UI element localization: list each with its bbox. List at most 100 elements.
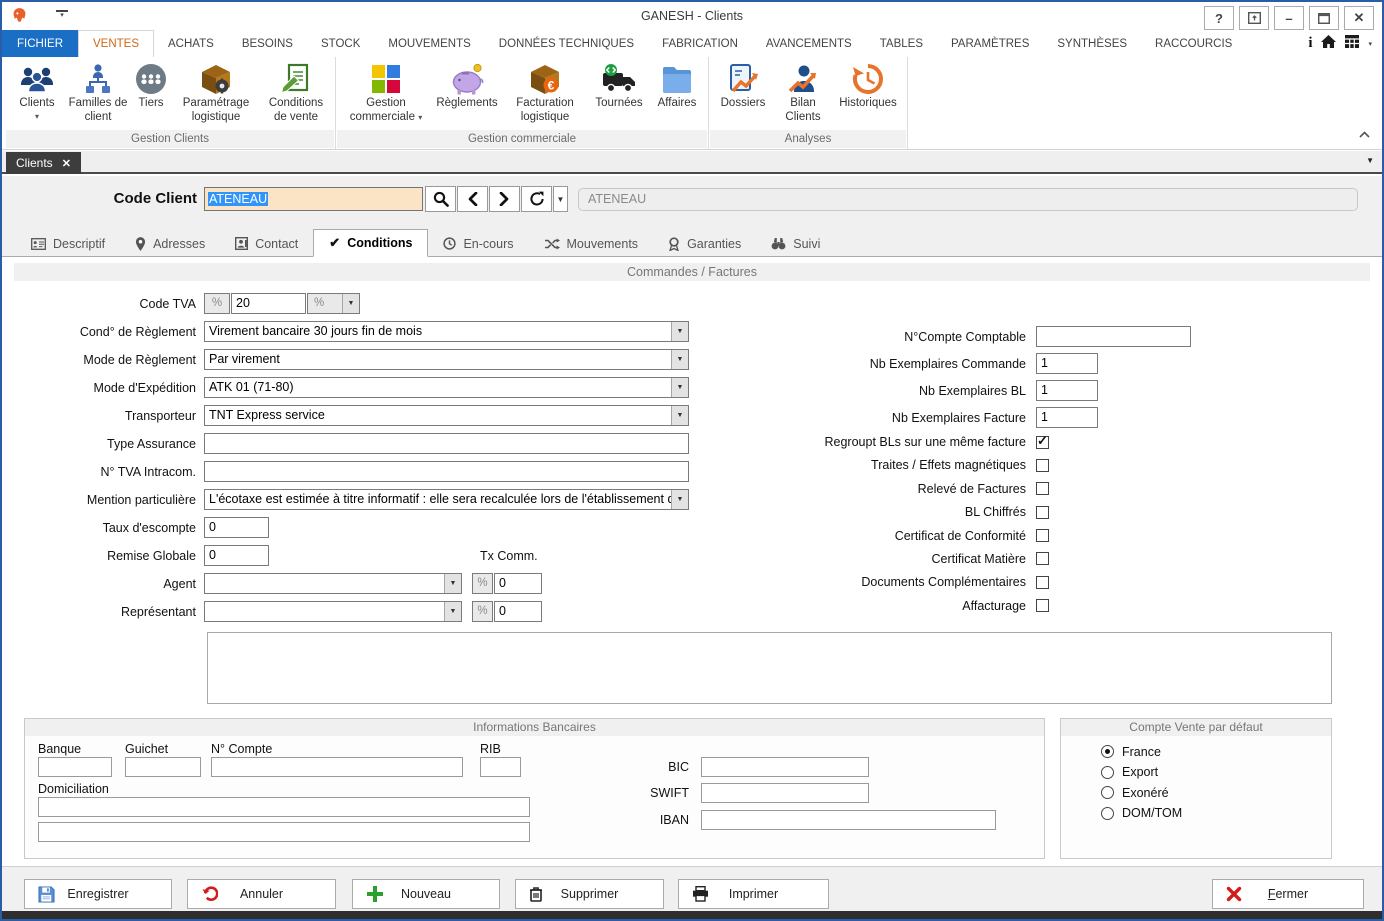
tab-en-cours[interactable]: En-cours (428, 230, 528, 257)
conditions-de-vente-button[interactable]: Conditions de vente (260, 60, 332, 125)
search-button[interactable] (425, 186, 456, 212)
remise-globale-input[interactable]: 0 (204, 545, 269, 566)
tab-descriptif[interactable]: Descriptif (16, 230, 120, 257)
compte-input[interactable] (211, 757, 463, 777)
exonere-radio[interactable] (1101, 786, 1114, 799)
supprimer-button[interactable]: Supprimer (515, 879, 664, 909)
info-icon[interactable]: i (1308, 35, 1312, 52)
enregistrer-button[interactable]: Enregistrer (24, 879, 172, 909)
tab-list-caret-icon[interactable]: ▼ (1366, 156, 1374, 165)
annuler-button[interactable]: Annuler (187, 879, 336, 909)
dropdown-arrow-icon[interactable]: ▼ (444, 574, 461, 593)
close-tab-icon[interactable]: ✕ (62, 157, 71, 170)
rib-input[interactable] (480, 757, 521, 777)
menu-fabrication[interactable]: FABRICATION (648, 30, 752, 57)
calculator-icon[interactable] (1345, 35, 1359, 53)
dropdown-arrow-icon[interactable]: ▼ (444, 602, 461, 621)
close-button[interactable]: ✕ (1344, 6, 1374, 30)
representant-select[interactable]: ▼ (204, 601, 462, 622)
menu-syntheses[interactable]: SYNTHÈSES (1043, 30, 1141, 57)
menu-parametres[interactable]: PARAMÈTRES (937, 30, 1043, 57)
fermer-button[interactable]: Fermer (1212, 879, 1364, 909)
type-assurance-input[interactable] (204, 433, 689, 454)
taux-escompte-input[interactable]: 0 (204, 517, 269, 538)
mention-particuliere-select[interactable]: L'écotaxe est estimée à titre informatif… (204, 489, 689, 510)
traites-effets-checkbox[interactable] (1036, 459, 1049, 472)
facturation-logistique-button[interactable]: € Facturation logistique (501, 60, 589, 125)
menu-stock[interactable]: STOCK (307, 30, 374, 57)
dropdown-arrow-icon[interactable]: ▼ (671, 490, 688, 509)
menu-avancements[interactable]: AVANCEMENTS (752, 30, 866, 57)
compte-comptable-input[interactable] (1036, 326, 1191, 347)
tab-mouvements[interactable]: Mouvements (529, 230, 654, 257)
bic-input[interactable] (701, 757, 869, 777)
nb-exemplaires-commande-input[interactable]: 1 (1036, 353, 1098, 374)
refresh-button[interactable] (521, 186, 552, 212)
menu-mouvements[interactable]: MOUVEMENTS (374, 30, 484, 57)
document-tab-clients[interactable]: Clients ✕ (6, 152, 81, 174)
previous-record-button[interactable] (457, 186, 488, 212)
next-record-button[interactable] (489, 186, 520, 212)
certificat-matiere-checkbox[interactable] (1036, 552, 1049, 565)
toolbar-options-caret-icon[interactable]: ▾ (1368, 40, 1372, 48)
menu-donnees-techniques[interactable]: DONNÉES TECHNIQUES (485, 30, 648, 57)
cond-reglement-select[interactable]: Virement bancaire 30 jours fin de mois ▼ (204, 321, 689, 342)
nb-exemplaires-bl-input[interactable]: 1 (1036, 380, 1098, 401)
reglements-button[interactable]: Règlements (433, 60, 501, 112)
dropdown-arrow-icon[interactable]: ▼ (671, 406, 688, 425)
parametrage-logistique-button[interactable]: Paramétrage logistique (172, 60, 260, 125)
bilan-clients-button[interactable]: Bilan Clients (774, 60, 832, 125)
iban-input[interactable] (701, 810, 996, 830)
menu-achats[interactable]: ACHATS (154, 30, 228, 57)
transporteur-select[interactable]: TNT Express service ▼ (204, 405, 689, 426)
refresh-options-caret[interactable]: ▼ (553, 186, 568, 212)
nouveau-button[interactable]: Nouveau (352, 879, 500, 909)
minimize-button[interactable]: – (1274, 6, 1304, 30)
tab-adresses[interactable]: Adresses (120, 230, 220, 257)
mode-expedition-select[interactable]: ATK 01 (71-80) ▼ (204, 377, 689, 398)
domiciliation-input-2[interactable] (38, 822, 530, 842)
collapse-ribbon-icon[interactable] (1359, 125, 1370, 143)
dropdown-arrow-icon[interactable]: ▼ (671, 350, 688, 369)
menu-fichier[interactable]: FICHIER (2, 30, 78, 57)
documents-complementaires-checkbox[interactable] (1036, 576, 1049, 589)
dom-tom-radio[interactable] (1101, 807, 1114, 820)
dossiers-button[interactable]: Dossiers (712, 60, 774, 112)
menu-raccourcis[interactable]: RACCOURCIS (1141, 30, 1246, 57)
mode-reglement-select[interactable]: Par virement ▼ (204, 349, 689, 370)
dropdown-arrow-icon[interactable]: ▼ (342, 294, 359, 313)
regroupt-bls-checkbox[interactable] (1036, 436, 1049, 449)
releve-factures-checkbox[interactable] (1036, 482, 1049, 495)
affaires-button[interactable]: Affaires (649, 60, 705, 112)
tva-intracom-input[interactable] (204, 461, 689, 482)
help-button[interactable]: ? (1204, 6, 1234, 30)
tab-garanties[interactable]: Garanties (653, 230, 756, 257)
maximize-button[interactable] (1309, 6, 1339, 30)
code-tva-input[interactable]: 20 (231, 293, 306, 314)
dropdown-arrow-icon[interactable]: ▼ (671, 378, 688, 397)
menu-ventes[interactable]: VENTES (78, 30, 154, 57)
export-radio[interactable] (1101, 766, 1114, 779)
agent-commission-input[interactable]: 0 (494, 573, 542, 594)
dropdown-arrow-icon[interactable]: ▼ (671, 322, 688, 341)
menu-tables[interactable]: TABLES (866, 30, 937, 57)
clients-button[interactable]: Clients ▾ (8, 60, 66, 122)
notes-textarea[interactable] (207, 632, 1332, 704)
historiques-button[interactable]: Historiques (832, 60, 904, 112)
affacturage-checkbox[interactable] (1036, 599, 1049, 612)
code-tva-unit-select[interactable]: % ▼ (307, 293, 360, 314)
swift-input[interactable] (701, 783, 869, 803)
representant-commission-input[interactable]: 0 (494, 601, 542, 622)
nb-exemplaires-facture-input[interactable]: 1 (1036, 407, 1098, 428)
tab-contact[interactable]: Contact (220, 230, 313, 257)
home-icon[interactable] (1321, 35, 1336, 53)
agent-select[interactable]: ▼ (204, 573, 462, 594)
france-radio[interactable] (1101, 745, 1114, 758)
banque-input[interactable] (38, 757, 112, 777)
menu-besoins[interactable]: BESOINS (228, 30, 307, 57)
guichet-input[interactable] (125, 757, 201, 777)
familles-de-client-button[interactable]: Familles de client (66, 60, 130, 125)
gestion-commerciale-button[interactable]: Gestion commerciale ▾ (339, 60, 433, 125)
imprimer-button[interactable]: Imprimer (678, 879, 829, 909)
code-client-input[interactable]: ATENEAU (204, 187, 423, 211)
